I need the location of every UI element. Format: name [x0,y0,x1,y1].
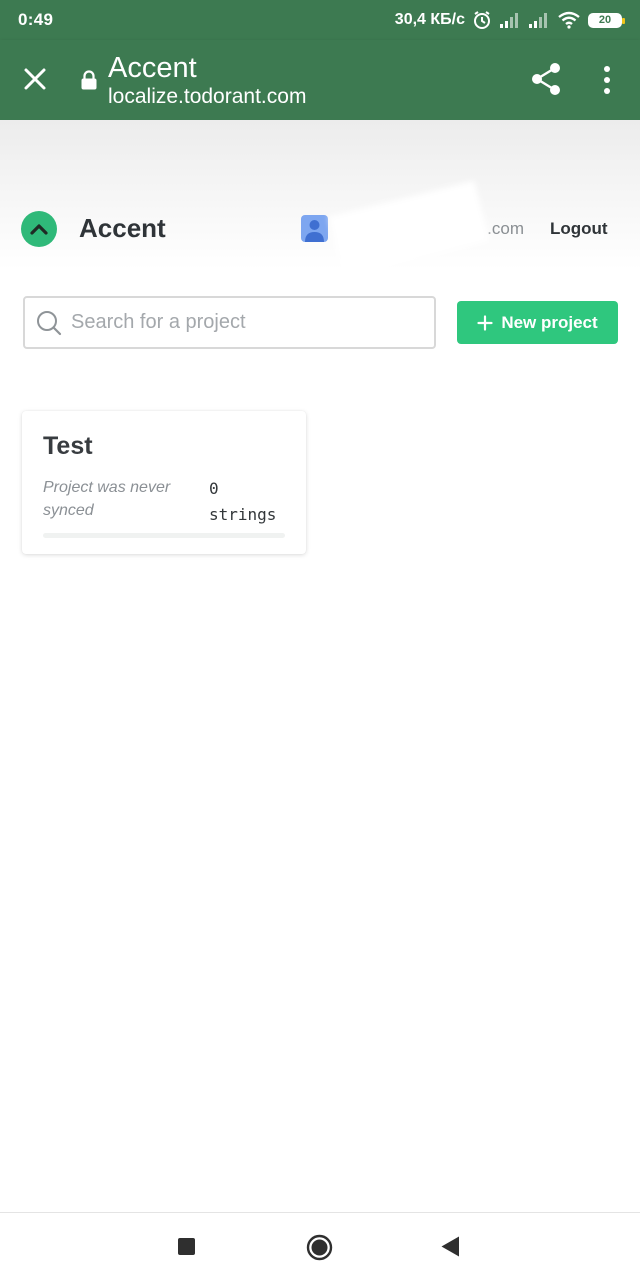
wifi-icon [558,11,580,29]
browser-toolbar: Accent localize.todorant.com [0,40,640,120]
search-field[interactable] [23,296,436,349]
battery-icon: 20 [588,12,625,28]
signal-icon [500,13,518,28]
back-button[interactable] [440,1235,460,1258]
redaction-mark [328,180,490,278]
plus-icon [477,314,493,331]
network-speed: 30,4 КБ/с [394,11,465,28]
project-progress-bar [43,533,285,538]
brand-name[interactable]: Accent [79,213,166,244]
string-count-unit: strings [209,505,277,524]
close-icon[interactable] [20,64,50,94]
status-time: 0:49 [18,10,54,29]
home-button[interactable] [306,1234,333,1261]
lock-icon [81,70,97,90]
accent-logo-icon[interactable] [21,211,57,247]
status-bar: 0:49 30,4 КБ/с 20 [0,0,640,40]
battery-level: 20 [598,14,612,26]
page-title: Accent [108,52,197,84]
project-string-count: 0 strings [209,476,276,528]
project-card[interactable]: Test Project was never synced 0 strings [22,411,306,554]
avatar[interactable] [301,215,328,242]
android-nav-bar [0,1212,640,1280]
signal-icon [529,13,547,28]
chevron-up-icon [30,224,48,235]
user-icon [305,220,324,242]
page-url[interactable]: localize.todorant.com [108,85,306,109]
string-count-value: 0 [209,479,219,498]
share-icon[interactable] [530,62,562,96]
new-project-label: New project [501,312,598,332]
alarm-icon [474,11,490,29]
project-name[interactable]: Test [43,432,93,461]
status-icons: 30,4 КБ/с 20 [394,10,625,30]
app-header: Accent .com Logout [0,120,640,278]
search-input[interactable] [69,298,429,347]
project-sync-status: Project was never synced [43,479,171,519]
recents-button[interactable] [178,1238,195,1255]
search-icon [37,311,62,336]
logout-button[interactable]: Logout [550,219,608,239]
more-vert-icon[interactable] [598,65,616,95]
new-project-button[interactable]: New project [457,301,618,344]
user-email-text: .com [487,219,524,238]
